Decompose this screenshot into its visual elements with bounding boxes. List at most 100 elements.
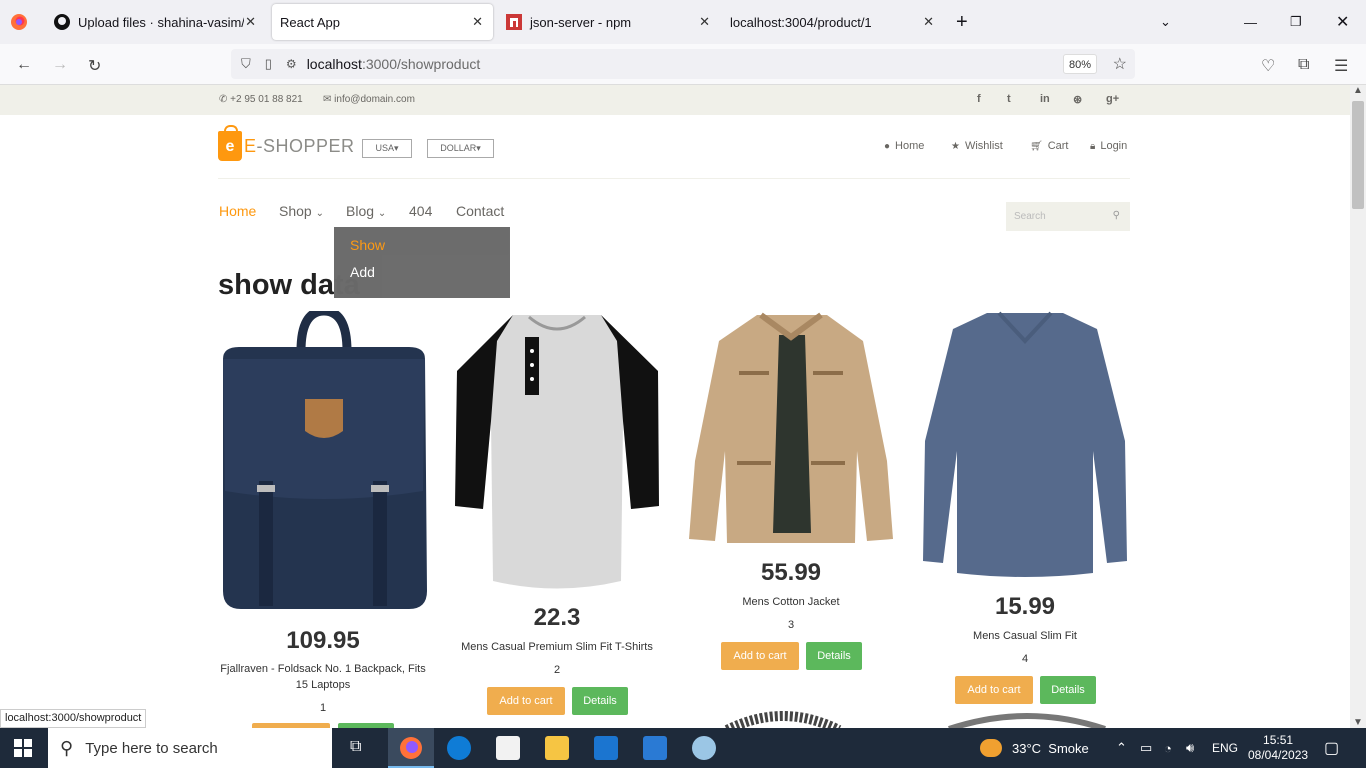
product-image-partial (948, 713, 1106, 728)
close-window-icon[interactable]: ✕ (1336, 0, 1352, 44)
nav-home[interactable]: ● Home (884, 140, 924, 152)
volume-icon[interactable]: 🔊︎ (1186, 728, 1194, 768)
status-bar-url: localhost:3000/showproduct (0, 709, 147, 728)
extensions-icon[interactable]: ⧉ (1298, 56, 1309, 74)
store-icon[interactable] (496, 736, 520, 760)
taskbar-firefox[interactable] (388, 728, 434, 768)
tab-json-server[interactable]: json-server - npm ✕ (498, 0, 720, 44)
product-card: 22.3 Mens Casual Premium Slim Fit T-Shir… (453, 311, 661, 728)
product-image-partial (724, 711, 842, 728)
nav-label: Wishlist (964, 140, 1003, 152)
shield-icon[interactable]: ⛉ (241, 56, 251, 72)
language-indicator[interactable]: ENG (1212, 728, 1238, 768)
edge-icon[interactable] (447, 736, 471, 760)
clock[interactable]: 15:51 08/04/2023 (1248, 728, 1308, 768)
wifi-icon[interactable]: ◔ (1164, 728, 1172, 768)
currency-select[interactable]: DOLLAR▾ (427, 139, 494, 158)
menu-label: Blog (346, 203, 375, 219)
search-placeholder: Search (1014, 211, 1046, 222)
url-path: :3000/showproduct (361, 56, 481, 72)
notifications-icon[interactable]: ▢ (1324, 728, 1339, 768)
permissions-icon[interactable]: ⚙ (286, 57, 297, 71)
tab-title: localhost:3004/product/1 (730, 14, 872, 30)
product-image-tshirt[interactable] (453, 311, 661, 591)
site-logo[interactable]: e E-SHOPPER (218, 125, 355, 161)
vscode-icon[interactable] (643, 736, 667, 760)
google-plus-icon[interactable]: g+ (1106, 93, 1119, 105)
github-icon (54, 14, 70, 30)
nav-cart[interactable]: 🛒︎ Cart (1030, 140, 1068, 152)
menu-label: Shop (279, 203, 312, 219)
firefox-menu-icon[interactable] (10, 0, 30, 44)
app-menu-icon[interactable]: ☰ (1334, 56, 1348, 76)
paint-icon[interactable] (692, 736, 716, 760)
add-to-cart-button[interactable]: Add to cart (955, 676, 1033, 704)
mail-icon[interactable] (594, 736, 618, 760)
firefox-icon (400, 737, 422, 759)
close-tab-icon[interactable]: ✕ (472, 14, 483, 30)
add-to-cart-button[interactable]: Add to cart (721, 642, 799, 670)
linkedin-icon[interactable]: in (1040, 93, 1050, 105)
menu-shop[interactable]: Shop ⌄ (279, 203, 324, 219)
back-icon[interactable]: ← (16, 56, 32, 74)
tab-github[interactable]: Upload files · shahina-vasim/Re ✕ (44, 0, 266, 44)
twitter-icon[interactable]: t (1007, 93, 1011, 105)
close-tab-icon[interactable]: ✕ (699, 14, 710, 30)
search-icon[interactable]: ⚲ (1113, 210, 1120, 221)
product-image-longsleeve[interactable] (921, 311, 1129, 577)
close-tab-icon[interactable]: ✕ (923, 14, 934, 30)
tab-react-app[interactable]: React App ✕ (272, 4, 493, 40)
dropdown-item-add[interactable]: Add (350, 264, 375, 280)
tab-localhost-3004[interactable]: localhost:3004/product/1 ✕ (722, 0, 944, 44)
forward-icon[interactable]: → (52, 56, 68, 74)
scrollbar-thumb[interactable] (1352, 101, 1364, 209)
weather-widget[interactable]: 33°C Smoke (980, 728, 1089, 768)
new-tab-button[interactable]: + (956, 0, 974, 44)
windows-taskbar: ⚲ Type here to search ⧉ 33°C Smoke ⌃ ▭ ◔… (0, 728, 1366, 768)
product-id: 2 (553, 664, 561, 676)
country-select[interactable]: USA▾ (362, 139, 412, 158)
list-tabs-icon[interactable]: ⌄ (1160, 0, 1176, 44)
product-card: 55.99 Mens Cotton Jacket 3 Add to cart D… (687, 311, 895, 728)
product-card: 109.95 Fjallraven - Foldsack No. 1 Backp… (219, 311, 427, 728)
menu-home[interactable]: Home (219, 203, 256, 219)
details-button[interactable]: Details (806, 642, 862, 670)
url-bar[interactable]: ⛉ ▯ ⚙ localhost:3000/showproduct 80% ☆ (231, 49, 1135, 79)
close-tab-icon[interactable]: ✕ (245, 14, 256, 30)
details-button[interactable]: Details (572, 687, 628, 715)
product-image-jacket[interactable] (687, 311, 895, 546)
search-icon: ⚲ (60, 737, 74, 758)
nav-wishlist[interactable]: ★ Wishlist (951, 140, 1003, 152)
details-button[interactable]: Details (1040, 676, 1096, 704)
windows-start-icon[interactable] (14, 739, 32, 762)
product-price: 22.3 (533, 604, 581, 631)
file-explorer-icon[interactable] (545, 736, 569, 760)
minimize-icon[interactable]: — (1244, 0, 1260, 44)
show-hidden-icons-icon[interactable]: ⌃ (1116, 728, 1127, 768)
search-input[interactable]: Search ⚲ (1006, 202, 1130, 231)
nav-label: Login (1100, 140, 1128, 152)
reload-icon[interactable]: ↻ (88, 56, 101, 76)
nav-login[interactable]: 🔒︎ Login (1090, 140, 1127, 152)
menu-contact[interactable]: Contact (456, 203, 504, 219)
scroll-up-icon[interactable]: ▲ (1353, 85, 1363, 96)
page-icon[interactable]: ▯ (265, 56, 272, 72)
menu-404[interactable]: 404 (409, 203, 432, 219)
menu-blog[interactable]: Blog ⌄ (346, 203, 386, 219)
battery-icon[interactable]: ▭ (1140, 728, 1152, 768)
scroll-down-icon[interactable]: ▼ (1353, 717, 1363, 728)
browser-navigation-bar: ← → ↻ ⛉ ▯ ⚙ localhost:3000/showproduct 8… (0, 44, 1366, 85)
zoom-level[interactable]: 80% (1062, 54, 1097, 74)
facebook-icon[interactable]: f (977, 93, 981, 105)
task-view-icon[interactable]: ⧉ (350, 738, 361, 756)
pocket-icon[interactable]: ♡ (1261, 56, 1275, 76)
clock-date: 08/04/2023 (1248, 748, 1309, 762)
restore-icon[interactable]: ❐ (1290, 0, 1306, 44)
add-to-cart-button[interactable]: Add to cart (487, 687, 565, 715)
dropdown-item-show[interactable]: Show (350, 237, 385, 253)
dribbble-icon[interactable]: ⊛ (1073, 93, 1082, 106)
product-image-backpack[interactable] (219, 311, 427, 611)
taskbar-search-input[interactable]: ⚲ Type here to search (48, 728, 332, 768)
bookmark-star-icon[interactable]: ☆ (1113, 54, 1127, 74)
weather-text: 33°C Smoke (1012, 740, 1089, 756)
